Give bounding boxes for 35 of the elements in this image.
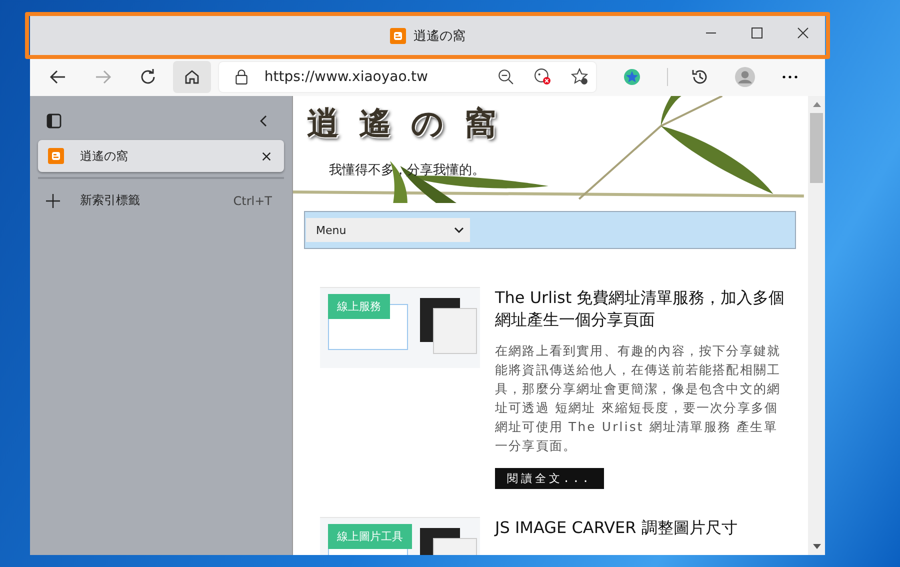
close-icon[interactable] (261, 150, 272, 162)
blog-logo-icon (390, 28, 406, 44)
site-logo-title: 逍遙の窩 (307, 103, 516, 144)
new-tab-button[interactable]: 新索引標籤 Ctrl+T (38, 179, 284, 209)
scrollbar-thumb[interactable] (810, 113, 823, 183)
zoom-out-icon[interactable] (497, 68, 514, 85)
mock-window (433, 308, 477, 354)
window-title: 逍遙の窩 (414, 28, 466, 44)
home-button[interactable] (173, 60, 212, 92)
sidebar-tab[interactable]: 逍遙の窩 (38, 140, 284, 172)
lock-icon (233, 68, 250, 85)
cookie-blocked-icon[interactable] (534, 68, 552, 85)
close-icon[interactable] (797, 27, 809, 39)
scroll-up-arrow-icon[interactable] (812, 102, 820, 107)
maximize-icon[interactable] (751, 27, 763, 39)
url-text: https://www.xiaoyao.tw (264, 68, 429, 84)
extension-icon[interactable] (622, 66, 642, 86)
avatar-icon[interactable] (735, 66, 755, 86)
blog-logo-icon (48, 148, 64, 164)
read-more-button[interactable]: 閱讀全文... (495, 468, 604, 489)
post-title-link[interactable]: The Urlist 免費網址清單服務，加入多個網址產生一個分享頁面 (495, 287, 785, 331)
post-summary: 在網路上看到實用、有趣的內容，按下分享鍵就能將資訊傳送給他人，在傳送前若能搭配相關工具，那麼分享網址會更簡潔，像是包含中文的網址可透過 短網址 來縮短長度，要一次分享多個網址可使用 The Urlist 網址清單服務 產生單一分享頁面。 (495, 342, 782, 455)
post-title-link[interactable]: JS IMAGE CARVER 調整圖片尺寸 (495, 517, 785, 539)
address-bar[interactable]: https://www.xiaoyao.tw (219, 62, 596, 92)
panel-icon[interactable] (46, 113, 62, 129)
chevron-down-icon (454, 227, 464, 233)
site-tagline: 我懂得不多，分享我懂的。 (329, 162, 485, 179)
scroll-down-arrow-icon[interactable] (812, 544, 820, 549)
star-add-icon[interactable] (571, 68, 588, 85)
menu-dropdown[interactable]: Menu (306, 218, 470, 242)
plus-icon (46, 194, 60, 208)
category-badge: 線上圖片工具 (328, 524, 412, 549)
category-badge: 線上服務 (328, 294, 390, 319)
tab-title: 逍遙の窩 (80, 148, 129, 164)
scrollbar[interactable] (808, 96, 825, 555)
